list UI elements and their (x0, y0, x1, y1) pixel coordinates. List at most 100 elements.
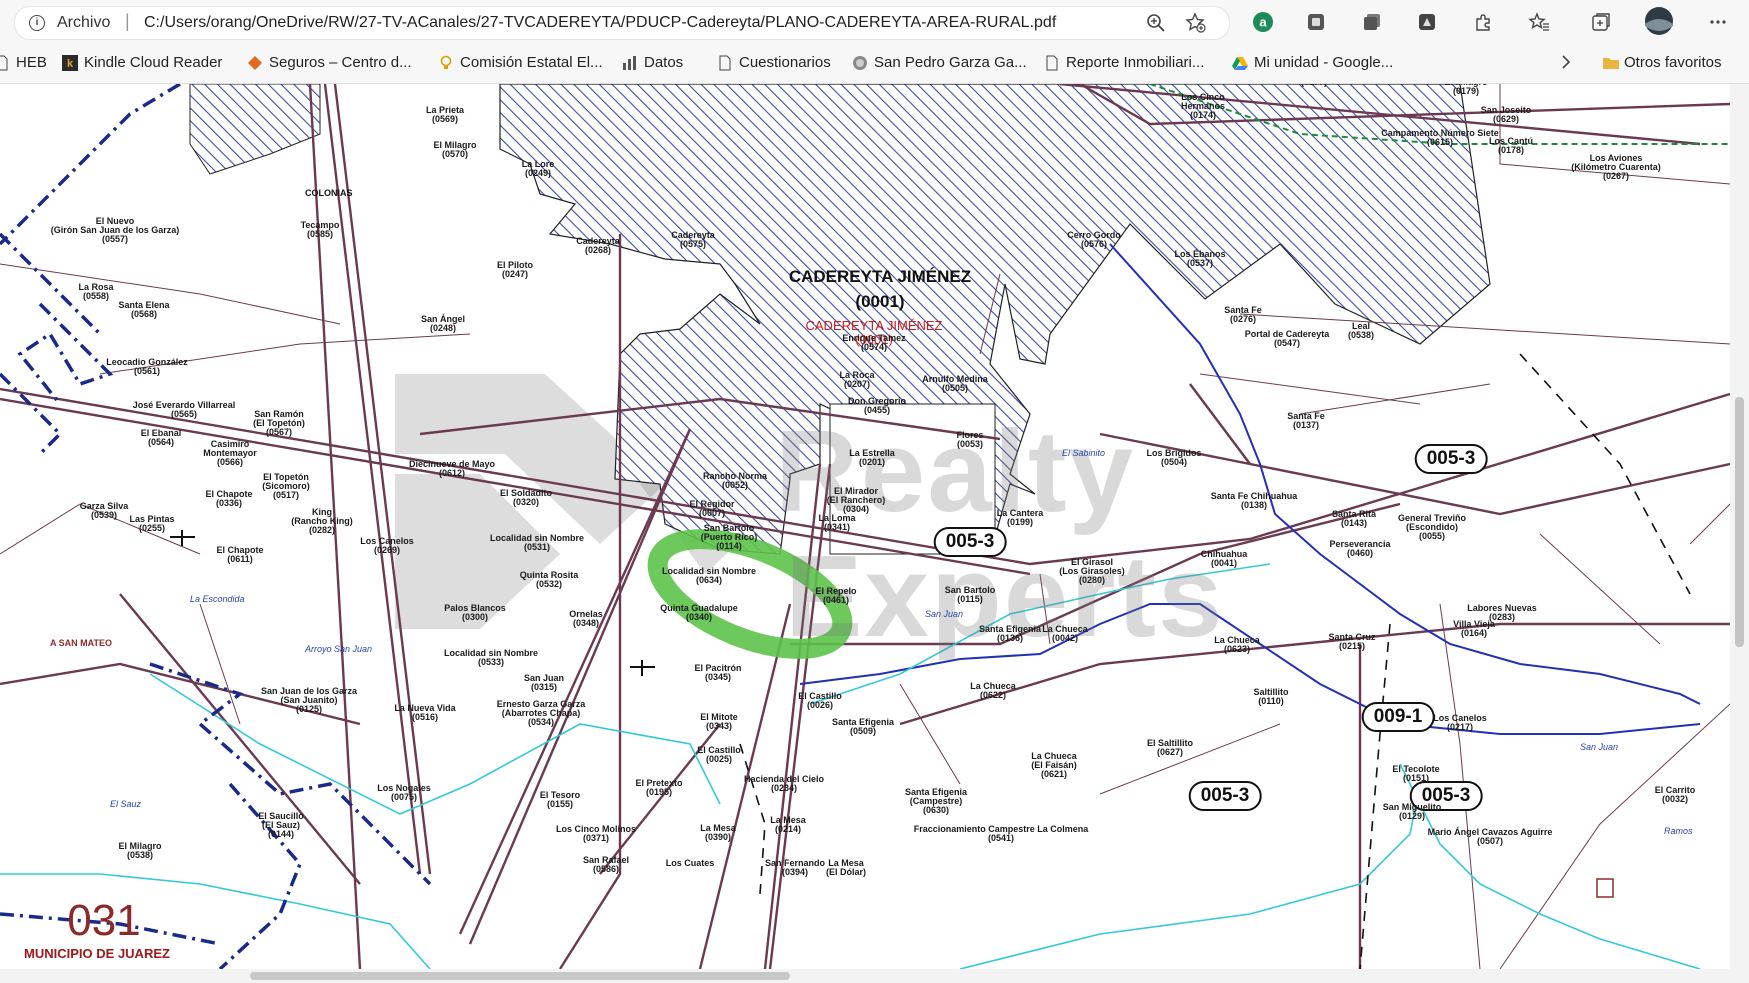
extension-icon[interactable] (1303, 9, 1329, 35)
info-icon[interactable]: i (29, 15, 45, 31)
area-label: COLONIAS (305, 188, 353, 198)
pdf-viewer[interactable]: Realty Experts CADEREYTA JIMÉNEZ (0001) … (0, 84, 1730, 969)
place-label: Casimiro Montemayor (0566) (203, 439, 257, 467)
kindle-icon: k (62, 54, 78, 71)
collections-icon[interactable] (1588, 9, 1614, 35)
place-label: Santa Efigenia (0136) (978, 624, 1042, 643)
stream-label: Ramos (1664, 826, 1693, 836)
bookmarks-overflow-chevron-icon[interactable] (1560, 54, 1572, 70)
place-label: Enrique Tamez (0574) (842, 333, 906, 352)
colonias-block (189, 84, 321, 175)
url-text[interactable]: C:/Users/orang/OneDrive/RW/27-TV-ACanale… (144, 14, 1056, 32)
place-label: San Bartolo (Puerto Rico) (0114) (700, 523, 758, 551)
place-label: Localidad sin Nombre (0533) (443, 648, 539, 667)
bookmark-comision[interactable]: Comisión Estatal El... (438, 54, 603, 71)
bookmark-kindle[interactable]: k Kindle Cloud Reader (62, 54, 222, 71)
page-icon (1044, 55, 1060, 71)
vertical-scrollbar[interactable] (1730, 84, 1749, 969)
collections-icon[interactable] (1359, 9, 1385, 35)
address-bar: i Archivo | C:/Users/orang/OneDrive/RW/2… (0, 0, 1749, 46)
place-label: La Mesa (0214) (770, 815, 806, 834)
place-label: El Pretexto (0195) (635, 778, 683, 797)
place-label: El Piloto (0247) (497, 260, 533, 279)
a-extension-icon[interactable]: a (1250, 9, 1276, 35)
place-label: San Juan (0315) (523, 673, 565, 692)
place-label: El Girasol (Los Girasoles) (0280) (1059, 557, 1125, 585)
place-label: La Chueca (El Faisán) (0621) (1031, 751, 1077, 779)
river-label: San Juan (1580, 742, 1619, 752)
place-label: San Fernando (0394) (764, 858, 826, 877)
favorite-add-icon[interactable] (1183, 10, 1209, 36)
place-label: El Repelo (0461) (815, 586, 857, 605)
place-label: Localidad sin Nombre (0634) (661, 566, 757, 585)
place-label: Localidad sin Nombre (0531) (489, 533, 585, 552)
place-label: Perseverancia (0460) (1329, 539, 1391, 558)
place-label: Los Ébanos (0537) (1174, 249, 1226, 268)
bookmark-heb[interactable]: HEB (0, 54, 47, 71)
puzzle-icon[interactable] (1470, 9, 1496, 35)
place-label: El Regidor (0007) (689, 499, 735, 518)
place-label: Santa Elena (0568) (118, 300, 170, 319)
scrollbar-thumb[interactable] (250, 972, 790, 980)
place-label: Labores Nuevas (0283) (1467, 603, 1537, 622)
bookmark-reporte[interactable]: Reporte Inmobiliari... (1044, 54, 1204, 71)
extension-icon[interactable] (1414, 9, 1440, 35)
page-icon (717, 55, 733, 71)
svg-text:k: k (67, 58, 74, 70)
favorites-icon[interactable] (1526, 9, 1552, 35)
place-label: Leocadio González (0561) (106, 357, 188, 376)
bookmark-label: Otros favoritos (1624, 54, 1722, 71)
place-label: La Lore (0249) (521, 159, 555, 178)
place-label: El Chapote (0611) (216, 545, 264, 564)
more-icon[interactable] (1705, 9, 1731, 35)
scrollbar-thumb[interactable] (1735, 397, 1744, 647)
place-label: La Chueca (0623) (1214, 635, 1260, 654)
zone-label: 005-3 (933, 527, 1007, 557)
place-label: Santa Rita (0143) (1331, 509, 1377, 528)
horizontal-scrollbar[interactable] (0, 969, 1749, 983)
bookmark-san-pedro[interactable]: San Pedro Garza Ga... (852, 54, 1027, 71)
place-label: Portal de Cadereyta (0547) (1244, 329, 1330, 348)
bookmark-seguros[interactable]: Seguros – Centro d... (247, 54, 412, 71)
place-label: Villa Vieja (0164) (1453, 619, 1495, 638)
place-label: Don Gregorio (0455) (848, 396, 906, 415)
place-label: Los Cantú (0178) (1489, 136, 1533, 155)
place-label: La Mesa (0390) (700, 823, 736, 842)
place-label: Los Nogales (0075) (377, 783, 431, 802)
bookmark-drive[interactable]: Mi unidad - Google... (1232, 54, 1393, 71)
stream-label: El Sabinito (1062, 448, 1106, 458)
bookmark-datos[interactable]: Datos (622, 54, 683, 71)
place-label: Leal (0538) (1347, 321, 1375, 340)
bookmark-label: Comisión Estatal El... (460, 54, 603, 71)
zone-label: 005-3 (1414, 444, 1488, 474)
place-label: Santa Fe (0276) (1224, 305, 1262, 324)
diamond-icon (247, 55, 263, 71)
stream-label: Arroyo San Juan (305, 644, 373, 654)
place-label: (0177) (1301, 84, 1327, 87)
place-label: Saltillito (0110) (1253, 687, 1289, 706)
place-label: El Saucillo (El Sauz) (0144) (258, 811, 304, 839)
place-label: Cadereyta (0268) (576, 236, 620, 255)
place-label: El Carrito (0032) (1654, 785, 1696, 804)
place-label: Santa Cruz (0215) (1328, 632, 1376, 651)
profile-icon[interactable] (1643, 5, 1675, 37)
bookmark-cuestionarios[interactable]: Cuestionarios (717, 54, 831, 71)
place-label: San Miguelito (0129) (1382, 802, 1442, 821)
place-label: San Bartolo (0115) (944, 585, 996, 604)
zone-label: 005-3 (1188, 781, 1262, 811)
place-label: El Mirador (El Ranchero) (0304) (826, 486, 886, 514)
place-label: El Milagro (0570) (433, 140, 477, 159)
url-field[interactable]: i Archivo | C:/Users/orang/OneDrive/RW/2… (14, 6, 1230, 40)
place-label: Palos Blancos (0300) (444, 603, 506, 622)
municipality-number: 031 (67, 896, 141, 945)
url-separator: | (125, 11, 130, 31)
zoom-icon[interactable] (1143, 10, 1169, 36)
bookmark-otros-favoritos[interactable]: Otros favoritos (1602, 54, 1722, 71)
drive-icon (1232, 55, 1248, 71)
folder-icon (1602, 55, 1619, 71)
place-label: Santa Efigenia (Campestre) (0630) (904, 787, 968, 815)
place-label: La Prieta (0569) (425, 105, 465, 124)
river-label: San Juan (925, 609, 964, 619)
place-label: Chihuahua (0041) (1200, 549, 1248, 568)
place-label: San Rafael (0586) (582, 855, 630, 874)
